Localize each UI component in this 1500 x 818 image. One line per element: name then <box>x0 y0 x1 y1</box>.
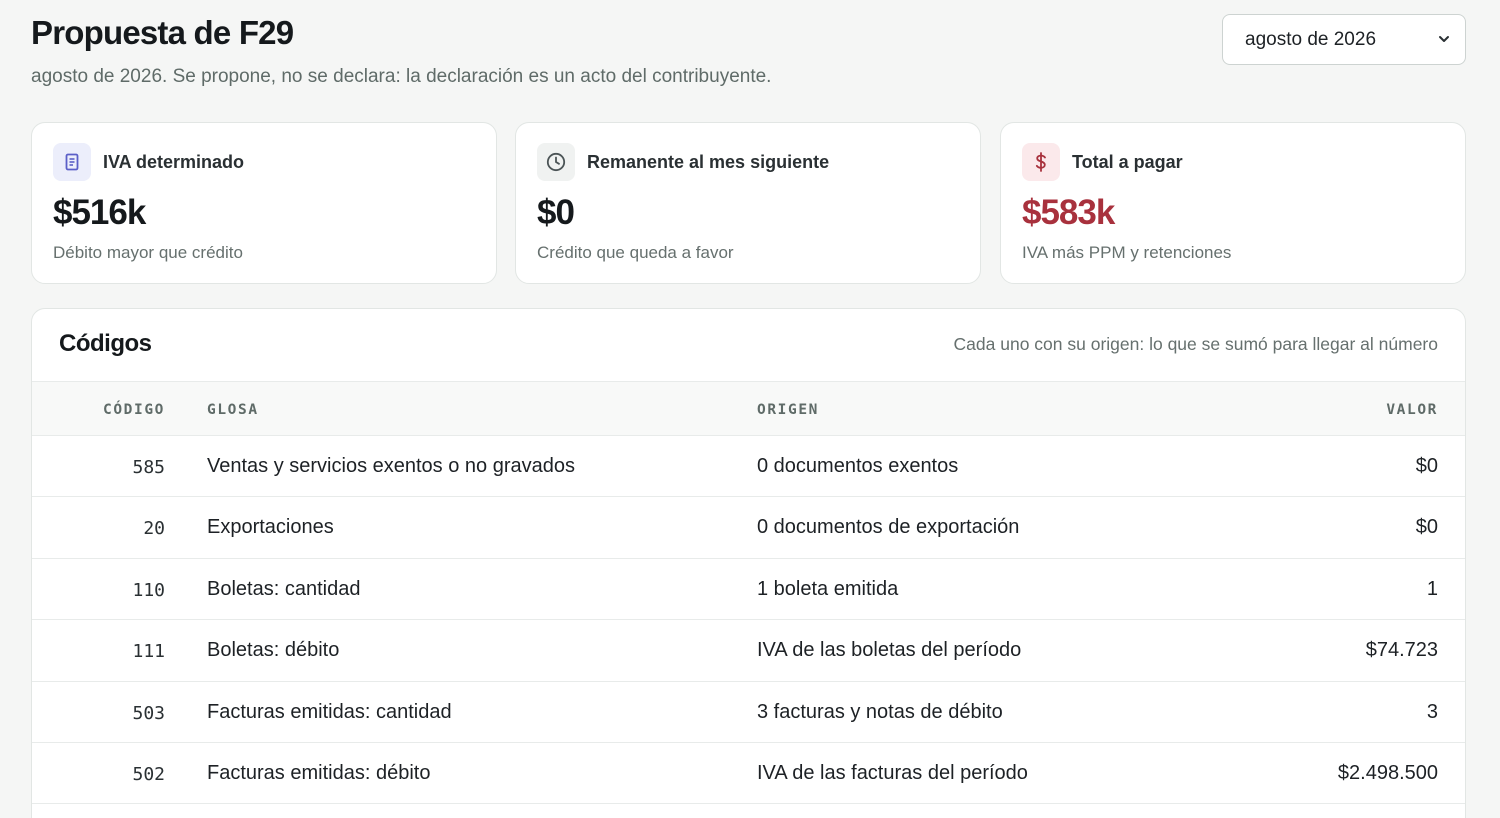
cell-glosa: Boletas: débito <box>207 639 340 662</box>
cell-valor: $0 <box>1415 455 1438 477</box>
cell-valor: $74.723 <box>1365 639 1438 662</box>
card-value: $516k <box>53 193 146 232</box>
card-iva-determinado: IVA determinado $516k Débito mayor que c… <box>31 122 497 284</box>
table-body: 585 Ventas y servicios exentos o no grav… <box>32 436 1465 805</box>
card-hint: IVA más PPM y retenciones <box>1022 243 1232 262</box>
card-total-a-pagar: Total a pagar $583k IVA más PPM y retenc… <box>1000 122 1466 284</box>
card-value: $583k <box>1022 193 1115 232</box>
dollar-icon <box>1022 143 1060 181</box>
cell-glosa: Ventas y servicios exentos o no gravados <box>207 455 575 477</box>
panel-note: Cada uno con su origen: lo que se sumó p… <box>953 334 1438 354</box>
column-header-glosa: GLOSA <box>207 402 259 418</box>
cell-glosa: Exportaciones <box>207 516 334 539</box>
cell-origen: IVA de las boletas del período <box>757 639 1022 662</box>
cell-origen: 0 documentos de exportación <box>757 516 1020 539</box>
period-select-value: agosto de 2026 <box>1245 28 1377 50</box>
card-label: IVA determinado <box>103 152 245 172</box>
card-value: $0 <box>537 193 575 232</box>
card-remanente: Remanente al mes siguiente $0 Crédito qu… <box>515 122 981 284</box>
cell-origen: 0 documentos exentos <box>757 455 959 477</box>
card-hint: Crédito que queda a favor <box>537 243 734 262</box>
table-row: 503 Facturas emitidas: cantidad 3 factur… <box>32 682 1465 743</box>
column-header-code: CÓDIGO <box>103 402 165 418</box>
document-icon <box>53 143 91 181</box>
table-row: 502 Facturas emitidas: débito IVA de las… <box>32 743 1465 805</box>
cell-glosa: Facturas emitidas: débito <box>207 761 431 784</box>
cell-glosa: Boletas: cantidad <box>207 577 361 600</box>
cell-valor: $2.498.500 <box>1337 761 1438 784</box>
table-header: CÓDIGO GLOSA ORIGEN VALOR <box>32 381 1465 436</box>
panel-title: Códigos <box>59 330 152 357</box>
cell-code: 111 <box>132 641 165 663</box>
cell-code: 503 <box>132 702 165 724</box>
cell-origen: 1 boleta emitida <box>757 577 899 600</box>
table-row: 110 Boletas: cantidad 1 boleta emitida 1 <box>32 559 1465 621</box>
card-label: Total a pagar <box>1072 152 1183 172</box>
cell-code: 502 <box>132 763 165 785</box>
cell-code: 20 <box>143 518 165 540</box>
column-header-origen: ORIGEN <box>757 402 819 418</box>
summary-cards: IVA determinado $516k Débito mayor que c… <box>31 122 1466 284</box>
cell-glosa: Facturas emitidas: cantidad <box>207 700 452 723</box>
card-label: Remanente al mes siguiente <box>587 152 830 172</box>
card-hint: Débito mayor que crédito <box>53 243 243 262</box>
cell-origen: 3 facturas y notas de débito <box>757 700 1003 723</box>
cell-code: 110 <box>132 579 165 601</box>
period-select[interactable]: agosto de 2026 <box>1222 14 1466 65</box>
chevron-down-icon <box>1439 36 1449 42</box>
cell-code: 585 <box>132 457 165 478</box>
codes-panel: Códigos Cada uno con su origen: lo que s… <box>31 308 1466 818</box>
table-row: 20 Exportaciones 0 documentos de exporta… <box>32 497 1465 559</box>
table-row: 111 Boletas: débito IVA de las boletas d… <box>32 620 1465 682</box>
f29-proposal-page: Propuesta de F29 agosto de 2026. Se prop… <box>0 0 1500 818</box>
page-title: Propuesta de F29 <box>31 14 294 51</box>
cell-valor: 1 <box>1426 577 1438 600</box>
clock-icon <box>537 143 575 181</box>
column-header-valor: VALOR <box>1386 402 1438 418</box>
cell-valor: $0 <box>1415 516 1438 539</box>
cell-valor: 3 <box>1426 700 1438 723</box>
cell-origen: IVA de las facturas del período <box>757 761 1028 784</box>
table-row: 585 Ventas y servicios exentos o no grav… <box>32 436 1465 498</box>
page-subtitle: agosto de 2026. Se propone, no se declar… <box>31 66 772 87</box>
